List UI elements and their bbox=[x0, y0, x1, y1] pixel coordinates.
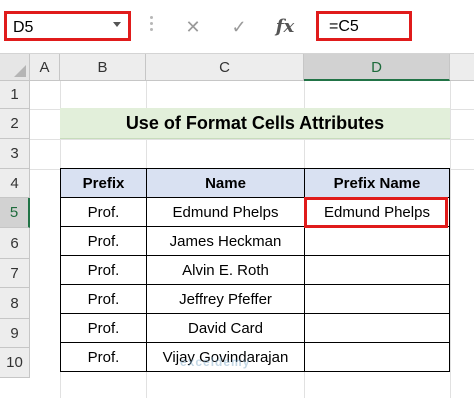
table-header-row: Prefix Name Prefix Name bbox=[60, 168, 450, 198]
cell-name[interactable]: James Heckman bbox=[146, 226, 305, 256]
formula-bar-area: D5 ✕ ✓ fx =C5 bbox=[0, 0, 474, 53]
formula-input[interactable]: =C5 bbox=[316, 11, 412, 41]
row-header-3[interactable]: 3 bbox=[0, 139, 30, 169]
row-header-9[interactable]: 9 bbox=[0, 319, 30, 348]
select-all-button[interactable] bbox=[0, 54, 30, 81]
cell-prefix[interactable]: Prof. bbox=[60, 226, 147, 256]
select-all-icon bbox=[14, 65, 26, 77]
table-row: Prof. Jeffrey Pfeffer bbox=[60, 284, 450, 314]
table-row: Prof. Alvin E. Roth bbox=[60, 255, 450, 285]
cancel-icon[interactable]: ✕ bbox=[178, 14, 208, 40]
gridline bbox=[30, 139, 474, 140]
cell-prefix[interactable]: Prof. bbox=[60, 342, 147, 372]
column-header-d[interactable]: D bbox=[304, 54, 450, 81]
gridline bbox=[450, 81, 451, 398]
cell-prefix-name[interactable] bbox=[304, 226, 450, 256]
table-row: Prof. James Heckman bbox=[60, 226, 450, 256]
column-header-e[interactable] bbox=[450, 54, 474, 81]
drag-handle-icon[interactable] bbox=[150, 16, 154, 36]
row-header-7[interactable]: 7 bbox=[0, 259, 30, 288]
formula-buttons: ✕ ✓ fx bbox=[170, 14, 310, 40]
active-cell-highlight bbox=[304, 197, 448, 228]
row-header-6[interactable]: 6 bbox=[0, 228, 30, 259]
name-box-value[interactable]: D5 bbox=[13, 19, 33, 37]
watermark-logo: exceldemy bbox=[180, 355, 251, 369]
row-header-4[interactable]: 4 bbox=[0, 169, 30, 198]
formula-value[interactable]: =C5 bbox=[329, 18, 359, 36]
header-prefix[interactable]: Prefix bbox=[60, 168, 147, 198]
name-box[interactable]: D5 bbox=[4, 11, 131, 41]
cell-prefix[interactable]: Prof. bbox=[60, 284, 147, 314]
row-header-8[interactable]: 8 bbox=[0, 288, 30, 319]
header-prefix-name[interactable]: Prefix Name bbox=[304, 168, 450, 198]
cell-prefix-name[interactable] bbox=[304, 313, 450, 343]
table-row: Prof. Vijay Govindarajan bbox=[60, 342, 450, 372]
column-header-c[interactable]: C bbox=[146, 54, 304, 81]
table-row: Prof. David Card bbox=[60, 313, 450, 343]
sheet-title[interactable]: Use of Format Cells Attributes bbox=[60, 108, 450, 139]
row-header-10[interactable]: 10 bbox=[0, 348, 30, 378]
column-header-b[interactable]: B bbox=[60, 54, 146, 81]
cell-name[interactable]: Edmund Phelps bbox=[146, 197, 305, 227]
row-header-1[interactable]: 1 bbox=[0, 81, 30, 109]
cell-prefix-name[interactable] bbox=[304, 284, 450, 314]
row-header-5[interactable]: 5 bbox=[0, 198, 30, 228]
cell-name[interactable]: Jeffrey Pfeffer bbox=[146, 284, 305, 314]
cell-name[interactable]: David Card bbox=[146, 313, 305, 343]
enter-check-icon[interactable]: ✓ bbox=[224, 14, 254, 40]
chevron-down-icon[interactable] bbox=[113, 22, 121, 27]
row-header-2[interactable]: 2 bbox=[0, 109, 30, 139]
cell-prefix[interactable]: Prof. bbox=[60, 313, 147, 343]
cell-prefix-name[interactable] bbox=[304, 342, 450, 372]
header-name[interactable]: Name bbox=[146, 168, 305, 198]
insert-function-icon[interactable]: fx bbox=[270, 14, 300, 40]
column-header-a[interactable]: A bbox=[30, 54, 60, 81]
cell-prefix-name[interactable] bbox=[304, 255, 450, 285]
cell-prefix[interactable]: Prof. bbox=[60, 197, 147, 227]
cell-prefix[interactable]: Prof. bbox=[60, 255, 147, 285]
cell-name[interactable]: Alvin E. Roth bbox=[146, 255, 305, 285]
